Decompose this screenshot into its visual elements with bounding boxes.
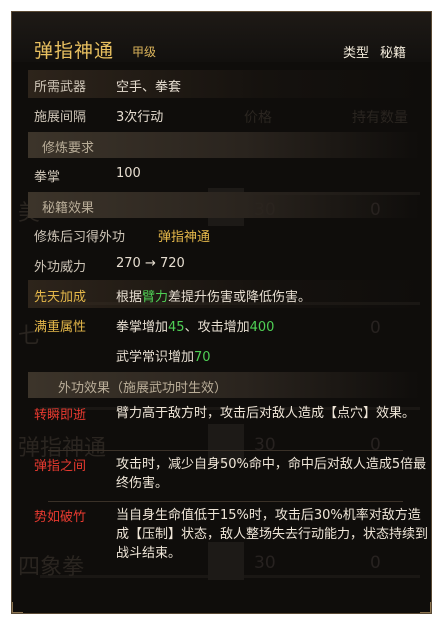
full-line1-b: 45 <box>168 320 185 335</box>
row-innate: 先天加成 根据臂力差提升伤害或降低伤害。 <box>28 280 420 308</box>
type-label: 类型 <box>342 46 369 61</box>
row-full-attr-2: 武学常识增加70 <box>28 340 420 368</box>
effect-item: 势如破竹 当自身生命值低于15%时，攻击后30%机率对敌方造成【压制】状态，敌人… <box>28 500 428 570</box>
full-line1: 拳掌增加45、攻击增加400 <box>116 316 274 335</box>
effect-desc: 攻击时，减少自身50%命中，命中后对敌人造成5倍最终伤害。 <box>116 457 427 491</box>
effect-name: 转瞬即逝 <box>34 408 87 423</box>
innate-value: 根据臂力差提升伤害或降低伤害。 <box>116 286 311 305</box>
section-title: 修炼要求 <box>42 141 95 156</box>
row-learn-skill: 修炼后习得外功 弹指神通 <box>28 220 420 248</box>
power-label: 外功威力 <box>34 260 87 275</box>
row-requirement: 拳掌 100 <box>28 160 420 188</box>
item-title: 弹指神通 <box>34 40 115 62</box>
interval-value: 3次行动 <box>116 110 164 125</box>
row-weapon: 所需武器 空手、拳套 <box>28 70 420 98</box>
full-line1-c: 、攻击增加 <box>184 320 250 335</box>
bg-row-divider <box>40 575 420 578</box>
section-title: 外功效果（施展武功时生效） <box>58 381 228 396</box>
requirement-value: 100 <box>116 166 141 181</box>
section-manual-effect: 秘籍效果 <box>28 192 420 218</box>
effect-item: 弹指之间 攻击时，减少自身50%命中，命中后对敌人造成5倍最终伤害。 <box>28 449 426 499</box>
power-value: 270 → 720 <box>116 256 185 271</box>
full-line1-d: 400 <box>249 320 275 335</box>
learn-label: 修炼后习得外功 <box>34 230 126 245</box>
full-label: 满重属性 <box>34 320 87 335</box>
requirement-label: 拳掌 <box>34 170 61 185</box>
section-external-effect: 外功效果（施展武功时生效） <box>28 372 420 398</box>
innate-attr: 臂力 <box>142 290 169 305</box>
row-full-attr: 满重属性 拳掌增加45、攻击增加400 <box>28 310 420 338</box>
effect-desc: 臂力高于敌方时，攻击后对敌人造成【点穴】效果。 <box>116 406 416 421</box>
effect-item: 转瞬即逝 臂力高于敌方时，攻击后对敌人造成【点穴】效果。 <box>28 398 420 448</box>
interval-label: 施展间隔 <box>34 110 87 125</box>
innate-post: 差提升伤害或降低伤害。 <box>168 290 312 305</box>
full-line2-a: 武学常识增加 <box>116 350 195 365</box>
effect-name: 弹指之间 <box>34 459 87 474</box>
full-line1-a: 拳掌增加 <box>116 320 169 335</box>
full-line2: 武学常识增加70 <box>116 346 211 365</box>
section-title: 秘籍效果 <box>42 201 95 216</box>
innate-label: 先天加成 <box>34 290 87 305</box>
effect-name: 势如破竹 <box>34 510 87 525</box>
innate-pre: 根据 <box>116 290 143 305</box>
type-value: 秘籍 <box>379 46 406 61</box>
learn-value: 弹指神通 <box>158 230 211 245</box>
row-interval: 施展间隔 3次行动 <box>28 100 420 128</box>
weapon-value: 空手、拳套 <box>116 80 182 95</box>
item-grade: 甲级 <box>132 45 157 59</box>
row-power: 外功威力 270 → 720 <box>28 250 420 278</box>
section-requirement: 修炼要求 <box>28 132 420 158</box>
frame-corner <box>12 602 23 613</box>
tooltip-header: 弹指神通 甲级 类型 秘籍 <box>12 12 431 62</box>
full-line2-b: 70 <box>194 350 211 365</box>
frame-corner <box>420 602 431 613</box>
weapon-label: 所需武器 <box>34 80 87 95</box>
item-tooltip: 价格 持有数量 美 30 0 七 0 弹指神通 30 0 四象拳 30 0 弹指… <box>11 11 432 614</box>
effect-desc: 当自身生命值低于15%时，攻击后30%机率对敌方造成【压制】状态，敌人整场失去行… <box>116 508 429 561</box>
